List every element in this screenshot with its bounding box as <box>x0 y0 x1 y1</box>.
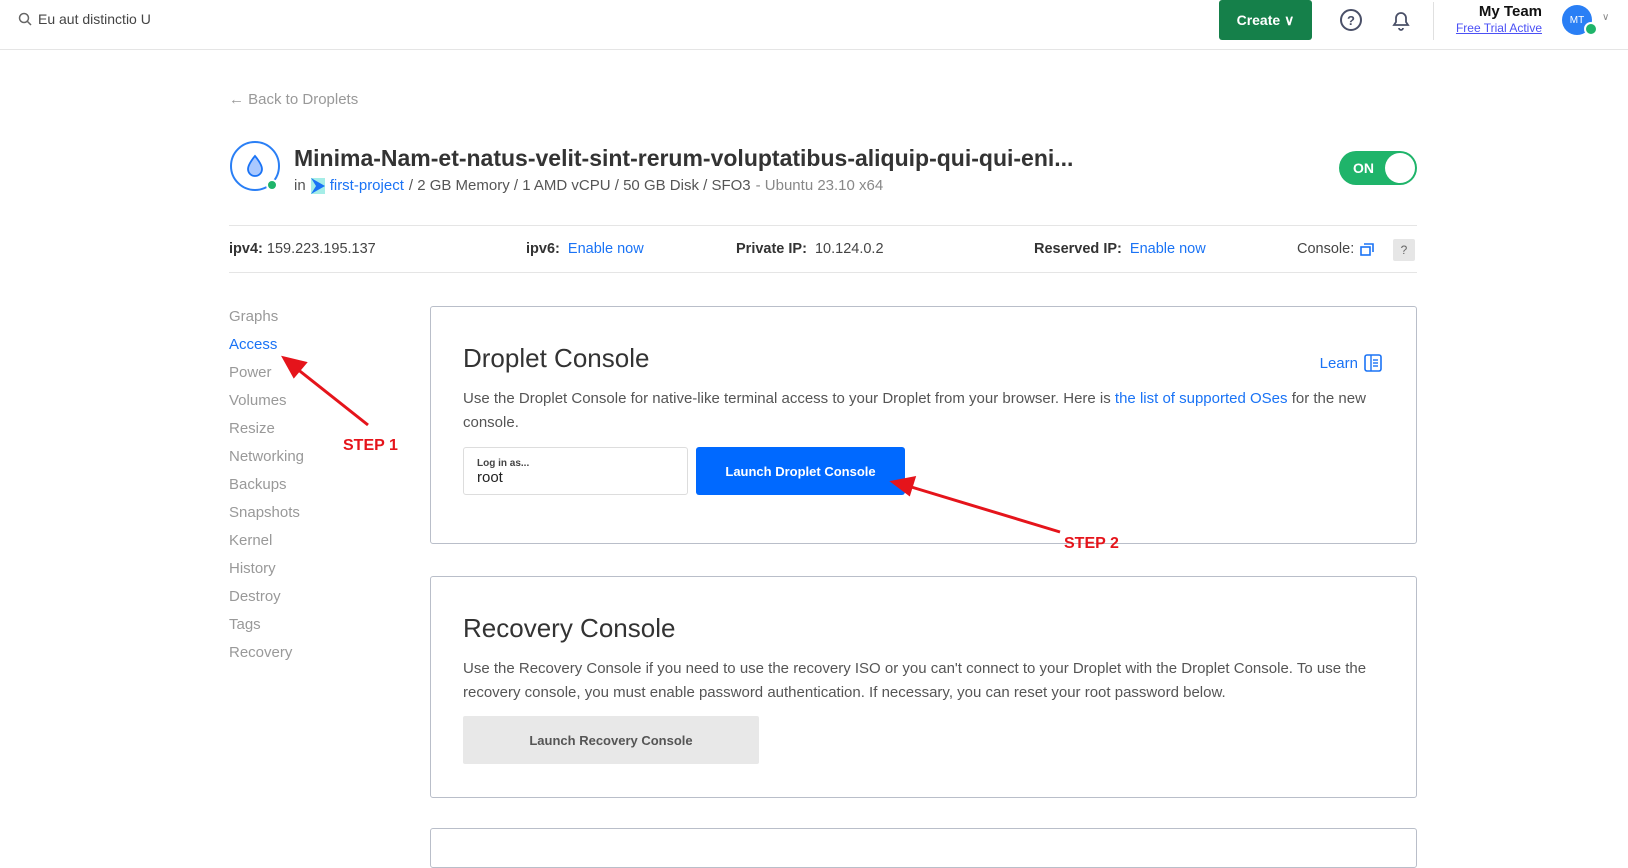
step1-label: STEP 1 <box>343 437 398 454</box>
step2-arrow <box>889 476 1061 534</box>
annotation-arrows <box>281 355 1061 534</box>
step2-label: STEP 2 <box>1064 535 1119 552</box>
step1-arrow <box>281 355 369 427</box>
